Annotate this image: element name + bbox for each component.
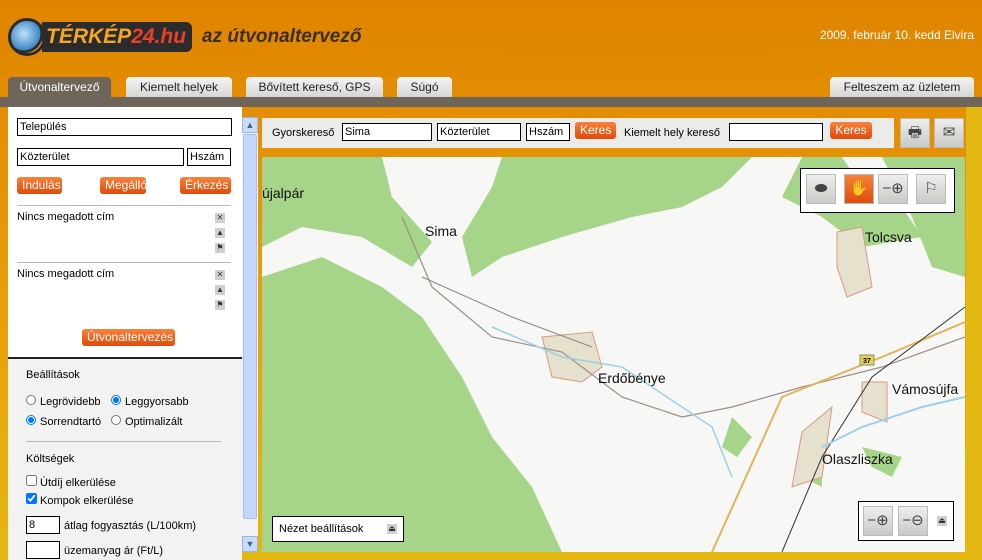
fuel-price-input[interactable] xyxy=(26,541,60,559)
city-input[interactable] xyxy=(17,118,232,136)
waypoint-2: Nincs megadott cím xyxy=(17,268,115,280)
logo-text: TÉRKÉP24.hu xyxy=(42,22,193,52)
country-view-icon[interactable]: ⬬ xyxy=(806,174,836,204)
slogan: az útvonaltervező xyxy=(202,26,362,47)
flag-marker-icon[interactable]: ⚐ xyxy=(916,174,946,204)
scrollbar[interactable]: ▲ ▼ xyxy=(242,117,258,552)
stop-button[interactable]: Megálló xyxy=(100,177,147,194)
view-settings[interactable]: Nézet beállítások ⏏ xyxy=(272,516,404,542)
radio-ordered[interactable]: Sorrendtartó xyxy=(26,415,101,428)
road-number: 37 xyxy=(863,358,871,365)
quick-search-label: Gyorskereső xyxy=(272,127,335,139)
tab-extended-search[interactable]: Bővített kereső, GPS xyxy=(246,77,383,97)
town-label: Olaszliszka xyxy=(822,451,893,467)
number-input[interactable] xyxy=(187,148,231,166)
tab-add-business[interactable]: Felteszem az üzletem xyxy=(830,77,974,97)
remove-icon[interactable]: ✕ xyxy=(215,270,225,280)
avoid-toll-checkbox[interactable]: Útdíj elkerülése xyxy=(26,475,116,489)
tab-route-planner[interactable]: Útvonaltervező xyxy=(8,77,111,97)
town-label: Tolcsva xyxy=(865,229,912,245)
globe-icon xyxy=(8,18,46,56)
street-input[interactable] xyxy=(17,148,184,166)
zoom-out-icon[interactable]: −⊖ xyxy=(898,506,928,536)
fuel-price-label: üzemanyag ár (Ft/L) xyxy=(64,545,164,557)
start-button[interactable]: Indulás xyxy=(17,177,62,194)
tab-help[interactable]: Súgó xyxy=(397,77,452,97)
waypoint-1: Nincs megadott cím xyxy=(17,211,115,223)
logo[interactable]: TÉRKÉP24.hu az útvonaltervező xyxy=(8,18,361,56)
town-label: Vámosújfa xyxy=(892,381,959,397)
quick-number-input[interactable] xyxy=(526,123,570,141)
collapse-icon[interactable]: ⏏ xyxy=(937,516,947,526)
poi-search-label: Kiemelt hely kereső xyxy=(624,127,720,139)
zoom-in-icon[interactable]: −⊕ xyxy=(863,506,893,536)
costs-title: Költségek xyxy=(26,453,75,465)
radio-shortest[interactable]: Legrövidebb xyxy=(26,395,101,408)
print-icon[interactable]: 🖶 xyxy=(900,118,930,148)
remove-icon[interactable]: ✕ xyxy=(215,213,225,223)
map-canvas: 37 xyxy=(262,157,965,552)
flag-icon[interactable]: ⚑ xyxy=(215,243,225,253)
map-tools-panel: ⬬ ✋ −⊕ ⚐ xyxy=(800,168,955,213)
zoom-box-icon[interactable]: −⊕ xyxy=(878,174,908,204)
radio-optimized[interactable]: Optimalizált xyxy=(111,415,182,428)
consumption-input[interactable] xyxy=(26,516,60,534)
view-settings-label: Nézet beállítások xyxy=(279,523,364,535)
scroll-thumb[interactable] xyxy=(243,134,257,519)
map[interactable]: 37 újalpár Sima Tolcsva Erdőbénye Vámosú… xyxy=(262,157,965,552)
town-label: újalpár xyxy=(262,185,305,201)
quick-search-bar: Gyorskereső Keres Kiemelt hely kereső Ke… xyxy=(262,118,894,148)
settings-panel: Beállítások Legrövidebb Leggyorsabb Sorr… xyxy=(8,357,242,560)
end-button[interactable]: Érkezés xyxy=(180,177,231,194)
settings-title: Beállítások xyxy=(26,369,80,381)
quick-search-button[interactable]: Keres xyxy=(575,122,616,139)
pan-hand-icon[interactable]: ✋ xyxy=(844,174,874,204)
zoom-panel: −⊕ −⊖ ⏏ xyxy=(858,501,954,541)
email-icon[interactable]: ✉ xyxy=(934,118,964,148)
avoid-ferry-checkbox[interactable]: Kompok elkerülése xyxy=(26,493,134,507)
town-label: Erdőbénye xyxy=(598,370,666,386)
flag-icon[interactable]: ⚑ xyxy=(215,300,225,310)
radio-fastest[interactable]: Leggyorsabb xyxy=(111,395,189,408)
tab-bar xyxy=(0,97,982,107)
poi-search-input[interactable] xyxy=(729,123,823,141)
town-label: Sima xyxy=(425,223,457,239)
date-text: 2009. február 10. kedd Elvira xyxy=(819,28,974,42)
poi-search-button[interactable]: Keres xyxy=(830,122,872,139)
move-up-icon[interactable]: ▲ xyxy=(215,228,225,238)
scroll-down-icon[interactable]: ▼ xyxy=(242,536,258,552)
consumption-label: átlag fogyasztás (L/100km) xyxy=(64,520,197,532)
tab-featured-places[interactable]: Kiemelt helyek xyxy=(126,77,232,97)
right-border xyxy=(966,107,982,560)
expand-up-icon[interactable]: ⏏ xyxy=(387,524,397,534)
quick-city-input[interactable] xyxy=(342,123,432,141)
move-up-icon[interactable]: ▲ xyxy=(215,285,225,295)
plan-route-button[interactable]: Útvonaltervezés xyxy=(82,329,175,346)
quick-street-input[interactable] xyxy=(437,123,521,141)
scroll-up-icon[interactable]: ▲ xyxy=(242,117,258,133)
